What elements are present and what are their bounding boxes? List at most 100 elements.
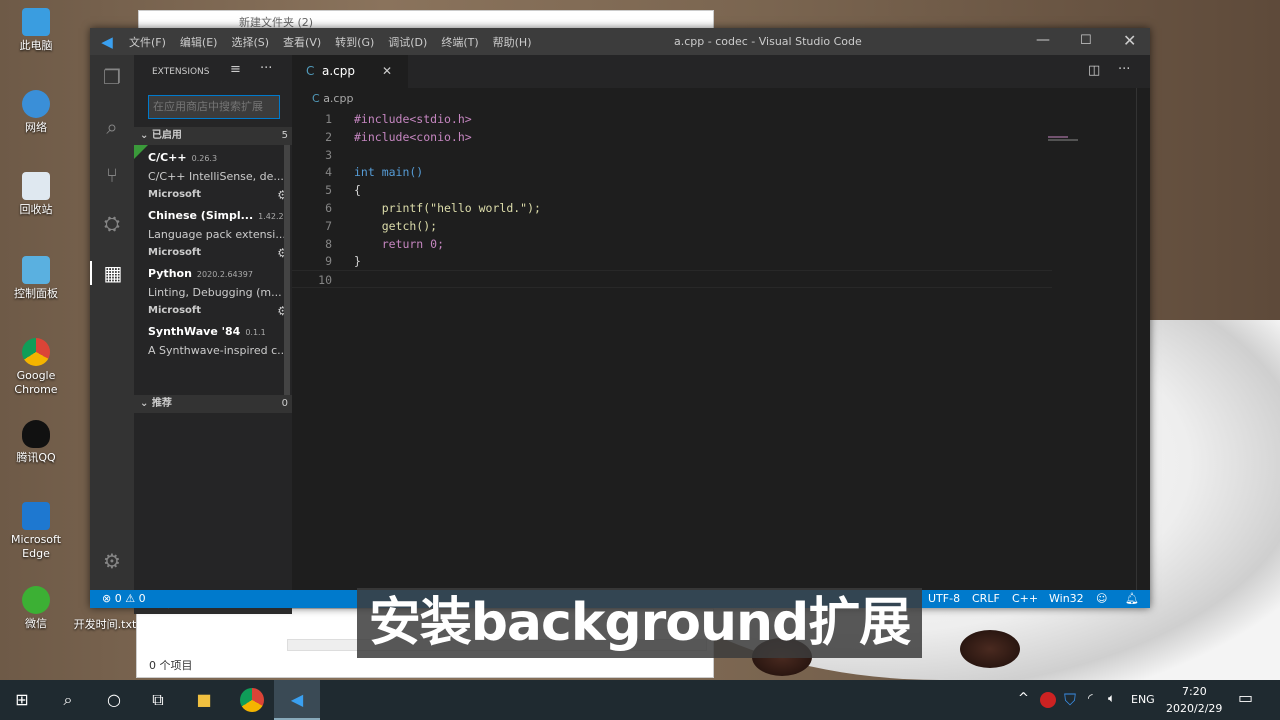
tab-close-icon[interactable]: ✕: [382, 55, 392, 88]
code-text: getch();: [354, 218, 438, 233]
code-text: int main(): [354, 165, 424, 180]
video-subtitle: 安装background扩展: [357, 588, 922, 658]
code-line[interactable]: 7 getch();: [292, 217, 1052, 235]
recommended-star-badge: [134, 145, 148, 159]
extensions-icon[interactable]: ▦: [90, 261, 134, 285]
minimap[interactable]: [1048, 135, 1138, 155]
menu-view[interactable]: 查看(V): [283, 36, 321, 49]
extension-item[interactable]: Chinese (Simpl... 1.42.2 Language pack ext…: [148, 207, 288, 262]
line-number: 4: [325, 165, 332, 180]
line-number: 7: [325, 218, 332, 233]
code-line[interactable]: 3: [292, 146, 1052, 164]
menu-edit[interactable]: 编辑(E): [180, 36, 218, 49]
explorer-icon[interactable]: ❐: [100, 65, 124, 89]
input-language[interactable]: ENG: [1131, 693, 1155, 706]
desktop-icon-wechat[interactable]: 微信: [8, 586, 64, 631]
tray-app-icon[interactable]: [1040, 692, 1056, 708]
search-icon[interactable]: ⌕: [56, 688, 80, 712]
code-line[interactable]: 6 printf("hello world.");: [292, 199, 1052, 217]
sidebar-scrollbar[interactable]: [284, 145, 290, 395]
code-text: {: [354, 183, 361, 198]
desktop-icon-text-file[interactable]: 开发时间.txt: [70, 618, 140, 632]
desktop-icon-this-pc[interactable]: 此电脑: [8, 8, 64, 53]
editor-area: Ca.cpp ✕ ◫ ··· C a.cpp 1 #include<stdio.h>…: [292, 55, 1150, 590]
minimize-button[interactable]: —: [1036, 32, 1050, 48]
feedback-icon[interactable]: ☺: [1096, 590, 1107, 608]
problems-indicator[interactable]: ⊗ 0 ⚠ 0: [102, 590, 146, 608]
desktop-icon-chrome[interactable]: Google Chrome: [8, 338, 64, 397]
more-actions-icon[interactable]: ···: [260, 61, 272, 76]
code-text: }: [354, 254, 361, 269]
line-number: 8: [325, 236, 332, 251]
extension-item[interactable]: C/C++ 0.26.3 C/C++ IntelliSense, de... Micr…: [148, 149, 288, 204]
tab-a-cpp[interactable]: Ca.cpp ✕: [292, 55, 408, 88]
volume-icon[interactable]: 🔈︎: [1108, 691, 1115, 706]
action-center-icon[interactable]: ▭: [1238, 688, 1253, 707]
menu-help[interactable]: 帮助(H): [493, 36, 532, 49]
sidebar-title: EXTENSIONS: [152, 67, 210, 77]
language-mode[interactable]: C++: [1012, 590, 1038, 608]
section-enabled[interactable]: ⌄ 已启用 5: [134, 127, 292, 145]
code-line[interactable]: 8 return 0;: [292, 235, 1052, 253]
section-recommended[interactable]: ⌄ 推荐 0: [134, 395, 292, 413]
debug-icon[interactable]: ⛭: [100, 211, 124, 235]
split-editor-icon[interactable]: ◫: [1088, 63, 1100, 78]
code-line[interactable]: 9}: [292, 252, 1052, 270]
menu-file[interactable]: 文件(F): [129, 36, 166, 49]
desktop-icon-recycle-bin[interactable]: 回收站: [8, 172, 64, 217]
code-text: #include<conio.h>: [354, 129, 472, 144]
file-explorer-icon[interactable]: ■: [192, 688, 216, 712]
menu-terminal[interactable]: 终端(T): [441, 36, 478, 49]
explorer-window-titlebar[interactable]: 新建文件夹 (2): [138, 10, 714, 30]
title-bar: ◀ 文件(F) 编辑(E) 选择(S) 查看(V) 转到(G) 调试(D) 终端(T) 帮助(…: [90, 28, 1150, 55]
settings-gear-icon[interactable]: ⚙: [100, 549, 124, 573]
activity-bar: ❐ ⌕ ⑂ ⛭ ▦ ⚙: [90, 55, 134, 590]
breadcrumb[interactable]: C a.cpp: [312, 92, 353, 105]
chrome-taskbar-icon[interactable]: [240, 688, 264, 712]
clock-time[interactable]: 7:20: [1182, 685, 1207, 698]
line-number: 10: [318, 273, 332, 288]
line-ending[interactable]: CRLF: [972, 590, 1000, 608]
tab-bar: Ca.cpp ✕ ◫ ···: [292, 55, 1150, 88]
search-icon[interactable]: ⌕: [100, 115, 124, 139]
line-number: 5: [325, 183, 332, 198]
more-actions-icon[interactable]: ···: [1118, 62, 1130, 77]
desktop-icon-edge[interactable]: Microsoft Edge: [8, 502, 64, 561]
encoding[interactable]: UTF-8: [928, 590, 960, 608]
views-menu-icon[interactable]: ≡: [230, 62, 241, 77]
extension-item[interactable]: SynthWave '84 0.1.1 A Synthwave-inspired c…: [148, 323, 288, 395]
menu-go[interactable]: 转到(G): [335, 36, 374, 49]
menu-selection[interactable]: 选择(S): [231, 36, 269, 49]
cpp-configuration[interactable]: Win32: [1049, 590, 1084, 608]
code-text: #include<stdio.h>: [354, 112, 472, 126]
code-line[interactable]: 2 #include<conio.h>: [292, 128, 1052, 146]
maximize-button[interactable]: ☐: [1080, 33, 1092, 48]
close-button[interactable]: ✕: [1123, 31, 1136, 50]
extension-search-input[interactable]: [148, 95, 280, 119]
code-line[interactable]: 10: [292, 270, 1052, 289]
cortana-icon[interactable]: ○: [102, 688, 126, 712]
menu-debug[interactable]: 调试(D): [388, 36, 427, 49]
desktop-icon-network[interactable]: 网络: [8, 90, 64, 135]
code-line[interactable]: 5{: [292, 181, 1052, 199]
code-area[interactable]: 1 #include<stdio.h> 2 #include<conio.h> 3 4 in…: [292, 110, 1052, 310]
vscode-window: ◀ 文件(F) 编辑(E) 选择(S) 查看(V) 转到(G) 调试(D) 终端(T) 帮助(…: [90, 28, 1150, 614]
source-control-icon[interactable]: ⑂: [100, 163, 124, 187]
editor-scrollbar[interactable]: [1136, 88, 1150, 590]
code-line[interactable]: 1 #include<stdio.h>: [292, 110, 1052, 128]
code-line[interactable]: 4 int main(): [292, 163, 1052, 181]
security-shield-icon[interactable]: ⛉: [1064, 690, 1076, 710]
notifications-bell-icon[interactable]: 🔔︎: [1125, 590, 1139, 608]
start-windows-icon[interactable]: ⊞: [10, 688, 34, 712]
desktop-icon-qq[interactable]: 腾讯QQ: [8, 420, 64, 465]
clock-date[interactable]: 2020/2/29: [1166, 702, 1222, 715]
line-number: 9: [325, 254, 332, 269]
show-hidden-icons[interactable]: ^: [1018, 691, 1029, 706]
vscode-taskbar-icon[interactable]: ◀: [274, 680, 320, 720]
task-view-icon[interactable]: ⧉: [146, 688, 170, 712]
desktop-icon-control-panel[interactable]: 控制面板: [8, 256, 64, 301]
extension-item[interactable]: Python 2020.2.64397 Linting, Debugging (m.…: [148, 265, 288, 320]
cpp-file-icon: C: [306, 64, 315, 78]
network-icon[interactable]: ◜: [1088, 691, 1093, 705]
line-number: 2: [325, 129, 332, 144]
